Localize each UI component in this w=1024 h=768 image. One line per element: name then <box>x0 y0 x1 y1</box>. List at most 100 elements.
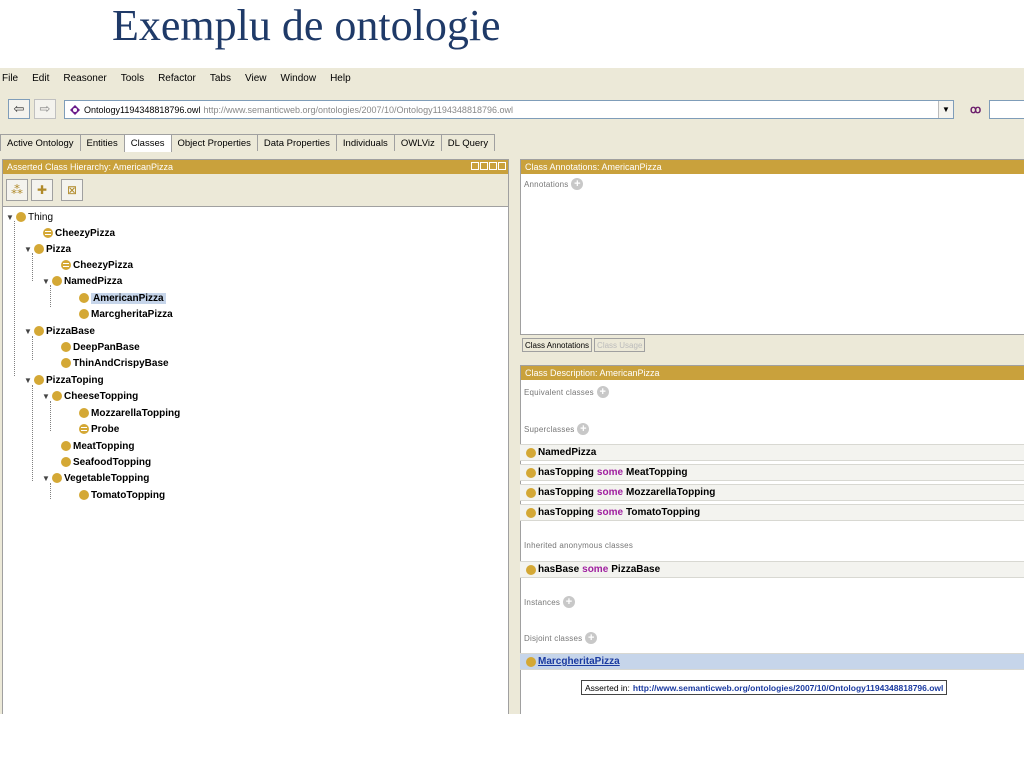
collapse-icon[interactable]: ▼ <box>42 392 52 401</box>
class-icon <box>79 490 89 500</box>
annotations-section: Annotations + <box>524 178 584 190</box>
class-annotations-panel: Class Annotations: AmericanPizza Annotat… <box>520 159 1024 335</box>
disjoint-row[interactable]: MarcgheritaPizza <box>520 653 1024 670</box>
tab-entities[interactable]: Entities <box>79 134 125 151</box>
add-annotation-icon[interactable]: + <box>571 178 584 190</box>
tree-node-meattopping[interactable]: MeatTopping <box>61 438 134 454</box>
maximize-icon[interactable] <box>489 162 497 170</box>
menu-view[interactable]: View <box>238 73 274 84</box>
add-instance-icon[interactable]: + <box>563 596 576 608</box>
add-subclass-icon: ⁂ <box>11 183 23 197</box>
subtab-class-usage[interactable]: Class Usage <box>594 338 646 352</box>
search-input[interactable] <box>989 100 1024 119</box>
class-icon <box>61 457 71 467</box>
hierarchy-toolbar: ⁂ ✚ ⊠ <box>3 174 508 207</box>
class-hierarchy-header: Asserted Class Hierarchy: AmericanPizza <box>3 160 508 174</box>
restore-icon[interactable] <box>471 162 479 170</box>
collapse-icon[interactable]: ▼ <box>24 376 34 385</box>
class-icon <box>61 342 71 352</box>
superclass-row[interactable]: NamedPizza <box>520 444 1024 461</box>
menu-help[interactable]: Help <box>323 73 358 84</box>
class-icon <box>79 408 89 418</box>
class-icon <box>526 564 536 575</box>
minimize-icon[interactable] <box>480 162 488 170</box>
forward-button[interactable]: ⇨ <box>34 99 56 119</box>
collapse-icon[interactable]: ▼ <box>42 474 52 483</box>
protege-window: File Edit Reasoner Tools Refactor Tabs V… <box>0 68 1024 714</box>
tree-node-americanpizza[interactable]: AmericanPizza <box>79 290 166 306</box>
class-icon <box>526 487 536 498</box>
asserted-in-tooltip: Asserted in: http://www.semanticweb.org/o… <box>581 680 948 695</box>
collapse-icon[interactable]: ▼ <box>6 213 16 222</box>
tree-node-tomatotopping[interactable]: TomatoTopping <box>79 487 165 503</box>
add-disjoint-icon[interactable]: + <box>585 632 598 644</box>
collapse-icon[interactable]: ▼ <box>24 245 34 254</box>
collapse-icon[interactable]: ▼ <box>24 327 34 336</box>
tree-node-thing[interactable]: ▼ Thing <box>6 209 53 225</box>
tree-node-thinandcrispybase[interactable]: ThinAndCrispyBase <box>61 355 169 371</box>
ontology-icon <box>70 104 80 115</box>
menu-reasoner[interactable]: Reasoner <box>56 73 113 84</box>
add-equivalent-icon[interactable]: + <box>596 386 609 398</box>
tree-node-pizzatoping[interactable]: ▼ PizzaToping <box>24 372 104 388</box>
chevron-down-icon[interactable]: ▼ <box>938 101 953 118</box>
tree-node-seafoodtopping[interactable]: SeafoodTopping <box>61 454 151 470</box>
add-subclass-button[interactable]: ⁂ <box>6 179 28 201</box>
superclass-row[interactable]: hasTopping some MeatTopping <box>520 464 1024 481</box>
tab-classes[interactable]: Classes <box>123 134 172 152</box>
menu-file[interactable]: File <box>0 73 25 84</box>
tree-node-deeppanbase[interactable]: DeepPanBase <box>61 339 140 355</box>
ontology-name: Ontology1194348818796.owl <box>84 104 201 115</box>
add-sibling-button[interactable]: ✚ <box>31 179 53 201</box>
tree-node-pizzabase[interactable]: ▼ PizzaBase <box>24 323 95 339</box>
tree-node-namedpizza[interactable]: ▼ NamedPizza <box>42 273 122 289</box>
delete-class-button[interactable]: ⊠ <box>61 179 83 201</box>
defined-class-icon <box>43 228 53 238</box>
tab-object-properties[interactable]: Object Properties <box>170 134 258 151</box>
tree-node-probe[interactable]: Probe <box>79 421 119 437</box>
menu-refactor[interactable]: Refactor <box>151 73 203 84</box>
subtab-class-annotations[interactable]: Class Annotations <box>522 338 593 352</box>
class-icon <box>526 507 536 518</box>
menu-tabs[interactable]: Tabs <box>203 73 238 84</box>
tree-node-cheezypizza-sub[interactable]: CheezyPizza <box>61 257 133 273</box>
class-icon <box>526 656 536 667</box>
class-icon <box>79 309 89 319</box>
class-icon <box>61 358 71 368</box>
class-icon <box>34 375 44 385</box>
tab-dl-query[interactable]: DL Query <box>440 134 496 151</box>
class-icon <box>61 441 71 451</box>
collapse-icon[interactable]: ▼ <box>42 277 52 286</box>
tab-individuals[interactable]: Individuals <box>335 134 395 151</box>
address-bar: ⇦ ⇨ Ontology1194348818796.owl http://www… <box>0 94 1024 128</box>
defined-class-icon <box>79 424 89 434</box>
superclass-row[interactable]: hasTopping some TomatoTopping <box>520 504 1024 521</box>
tree-node-pizza[interactable]: ▼ Pizza <box>24 241 71 257</box>
superclasses-section: Superclasses + <box>524 423 590 435</box>
inherited-row[interactable]: hasBase some PizzaBase <box>520 561 1024 578</box>
back-button[interactable]: ⇦ <box>8 99 30 119</box>
tab-owlviz[interactable]: OWLViz <box>393 134 442 151</box>
tab-bar: Active Ontology Entities Classes Object … <box>0 134 496 152</box>
binoculars-icon: ꝏ <box>970 104 982 116</box>
tree-node-vegetabletopping[interactable]: ▼ VegetableTopping <box>42 470 149 486</box>
ontology-selector[interactable]: Ontology1194348818796.owl http://www.sem… <box>64 100 954 119</box>
class-annotations-header: Class Annotations: AmericanPizza <box>521 160 1024 174</box>
disjoint-class-link[interactable]: MarcgheritaPizza <box>538 656 620 667</box>
tree-node-marcgheritapizza[interactable]: MarcgheritaPizza <box>79 306 173 322</box>
add-superclass-icon[interactable]: + <box>577 423 590 435</box>
class-hierarchy-panel: Asserted Class Hierarchy: AmericanPizza … <box>2 159 509 714</box>
menu-edit[interactable]: Edit <box>25 73 56 84</box>
close-icon[interactable] <box>498 162 506 170</box>
menu-window[interactable]: Window <box>274 73 324 84</box>
tab-data-properties[interactable]: Data Properties <box>256 134 337 151</box>
add-sibling-icon: ✚ <box>36 183 48 197</box>
superclass-row[interactable]: hasTopping some MozzarellaTopping <box>520 484 1024 501</box>
panel-window-buttons <box>471 162 506 170</box>
tree-node-cheesetopping[interactable]: ▼ CheeseTopping <box>42 388 138 404</box>
menu-tools[interactable]: Tools <box>114 73 151 84</box>
tree-node-mozzarellatopping[interactable]: MozzarellaTopping <box>79 405 180 421</box>
instances-section: Instances + <box>524 596 576 608</box>
tree-node-cheezypizza[interactable]: CheezyPizza <box>43 225 115 241</box>
tab-active-ontology[interactable]: Active Ontology <box>0 134 81 151</box>
